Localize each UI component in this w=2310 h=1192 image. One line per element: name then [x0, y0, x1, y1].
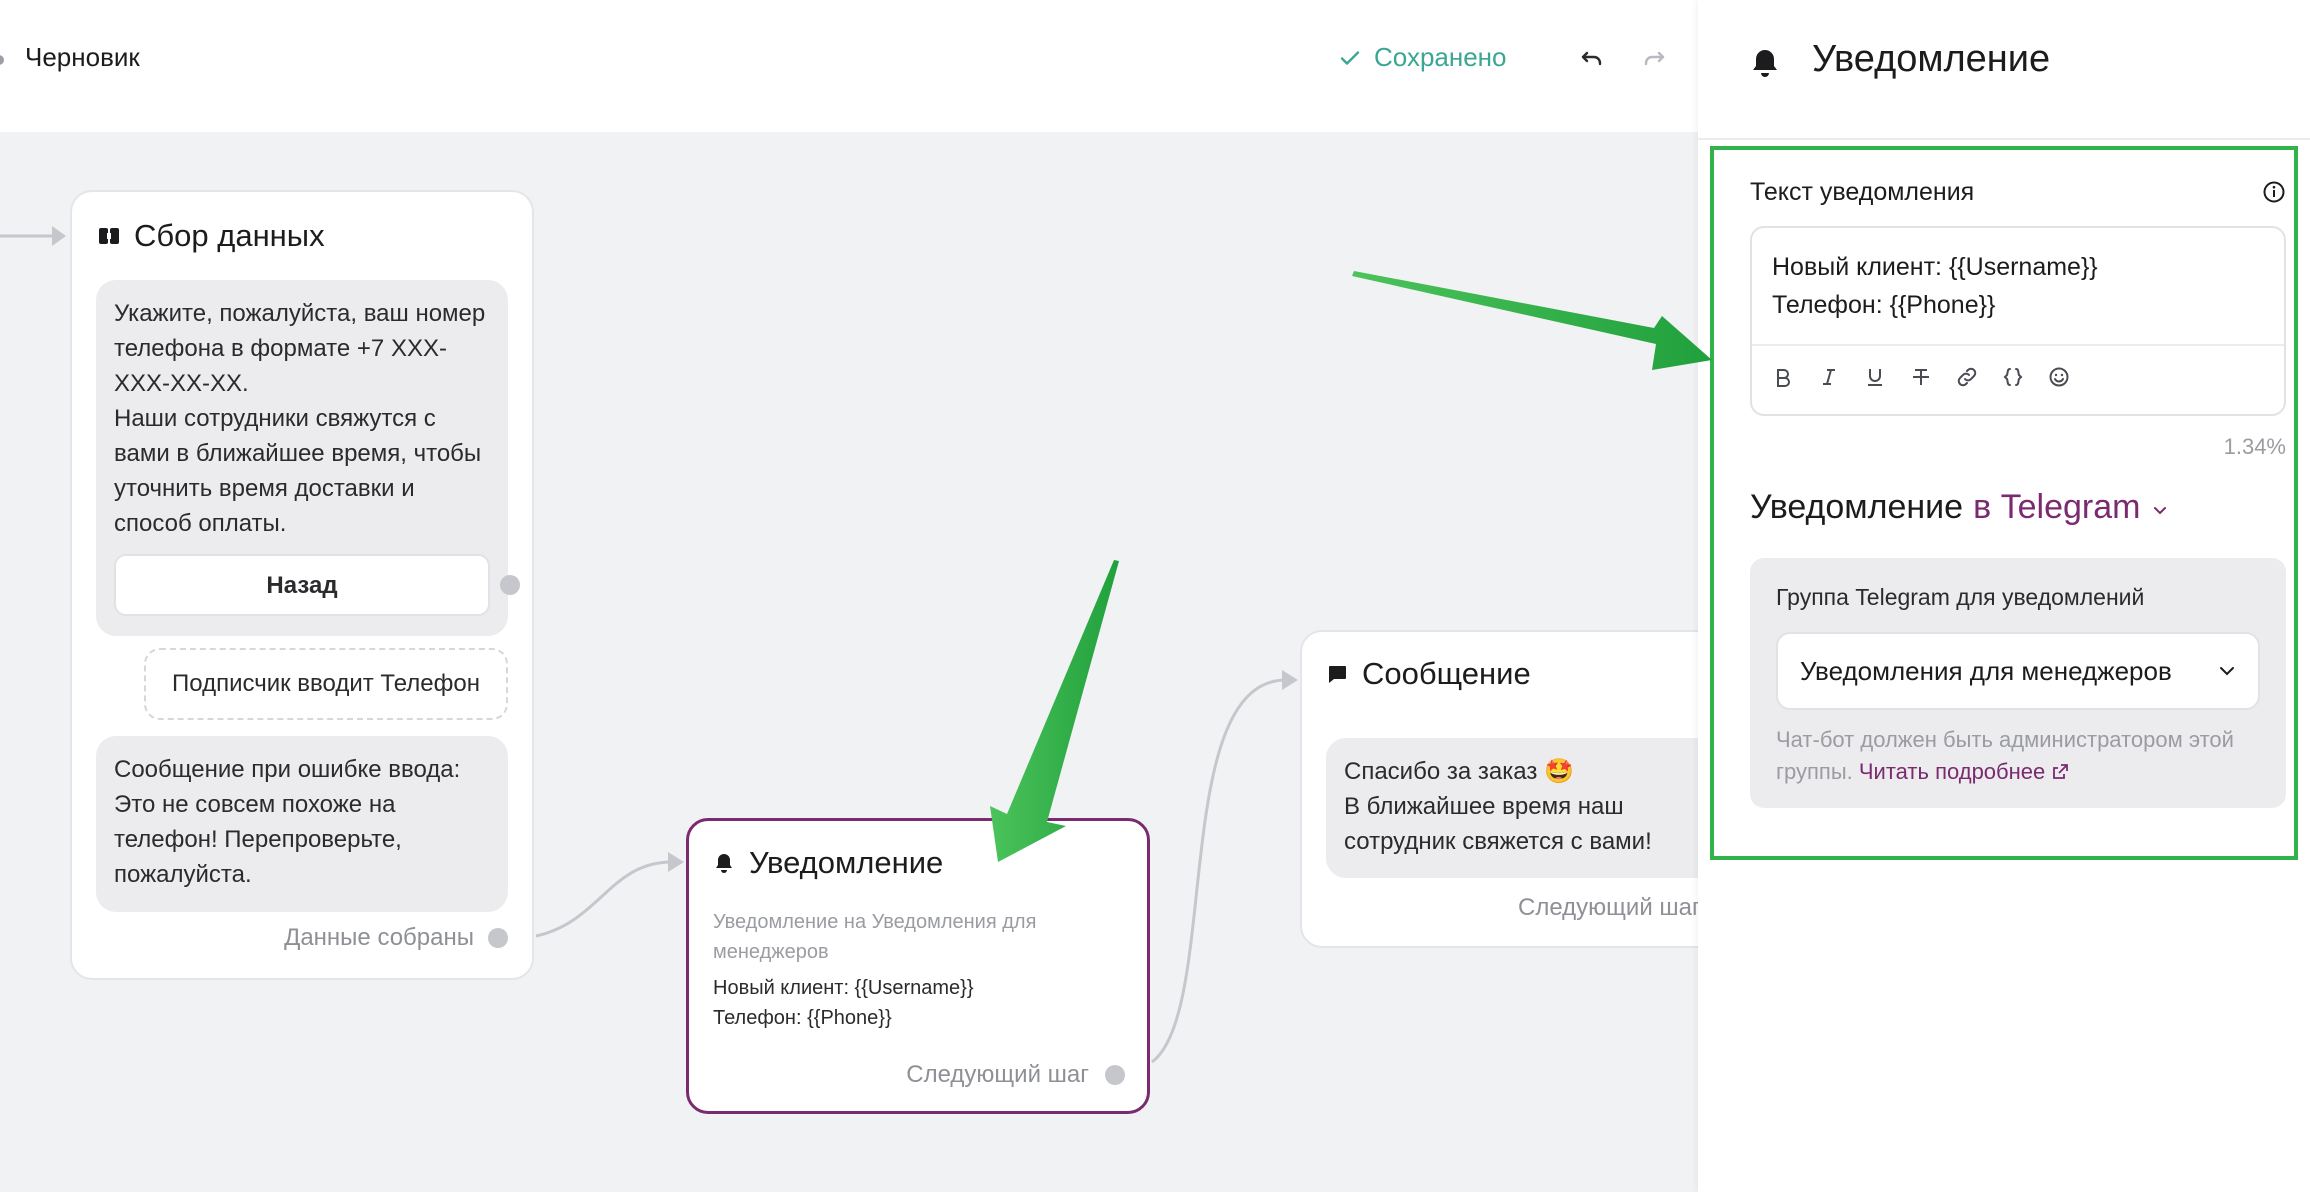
message-node-title-text: Сообщение — [1362, 656, 1531, 691]
check-icon — [1340, 50, 1360, 65]
notification-preview-text: Новый клиент: {{Username}} Телефон: {{Ph… — [713, 977, 974, 1029]
next-step-label: Следующий шаг — [906, 1061, 1089, 1088]
status-dot — [0, 55, 4, 65]
data-collection-title: Сбор данных — [98, 218, 325, 254]
data-collected-label: Данные собраны — [284, 924, 474, 951]
notification-subtitle: Уведомление на Уведомления для менеджеро… — [713, 911, 1037, 963]
back-button[interactable]: Назад — [114, 554, 490, 616]
saved-label: Сохранено — [1374, 42, 1507, 72]
incoming-link-arrow — [52, 226, 66, 246]
annotation-highlight-box — [1710, 146, 2298, 860]
back-button-port[interactable] — [500, 575, 520, 595]
panel-title: Уведомление — [1812, 38, 2051, 80]
next-step-port[interactable] — [1105, 1065, 1125, 1085]
collect-to-notify-arrow — [668, 852, 684, 872]
settings-panel: Уведомление Текст уведомления Новый клие… — [1698, 0, 2310, 1192]
question-text: Укажите, пожалуйста, ваш номер телефона … — [114, 300, 486, 537]
message-node-title: Сообщение — [1326, 656, 1531, 692]
draft-status: Черновик — [25, 42, 140, 72]
flow-canvas[interactable]: Сбор данных Укажите, пожалуйста, ваш ном… — [0, 132, 1698, 1192]
collect-to-notify-link — [535, 860, 673, 938]
notification-node[interactable]: Уведомление Уведомление на Уведомления д… — [686, 818, 1150, 1114]
chat-icon — [1329, 666, 1346, 683]
bell-icon — [1753, 50, 1777, 77]
bell-icon — [716, 854, 732, 873]
data-collected-port[interactable] — [488, 928, 508, 948]
notify-to-message-link — [1151, 678, 1287, 1064]
top-bar: Черновик Сохранено — [0, 0, 1698, 132]
saved-indicator: Сохранено — [1338, 42, 1507, 73]
data-collection-node[interactable]: Сбор данных Укажите, пожалуйста, ваш ном… — [70, 190, 534, 980]
message-bubble: Спасибо за заказ 🤩 В ближайшее время наш… — [1326, 738, 1698, 878]
form-icon — [99, 228, 119, 244]
message-next-step-label: Следующий шаг — [1518, 894, 1698, 921]
notify-to-message-arrow — [1282, 670, 1298, 690]
notification-node-title-text: Уведомление — [749, 845, 944, 880]
redo-icon[interactable] — [1640, 45, 1668, 73]
subscriber-input-pill: Подписчик вводит Телефон — [144, 648, 508, 720]
undo-icon[interactable] — [1578, 45, 1606, 73]
error-message-bubble: Сообщение при ошибке ввода: Это не совсе… — [96, 736, 508, 912]
panel-header: Уведомление — [1698, 0, 2310, 140]
question-bubble: Укажите, пожалуйста, ваш номер телефона … — [96, 280, 520, 636]
data-collection-title-text: Сбор данных — [134, 218, 325, 253]
message-node[interactable]: Сообщение Спасибо за заказ 🤩 В ближайшее… — [1300, 630, 1698, 948]
notification-node-title: Уведомление — [713, 845, 943, 881]
